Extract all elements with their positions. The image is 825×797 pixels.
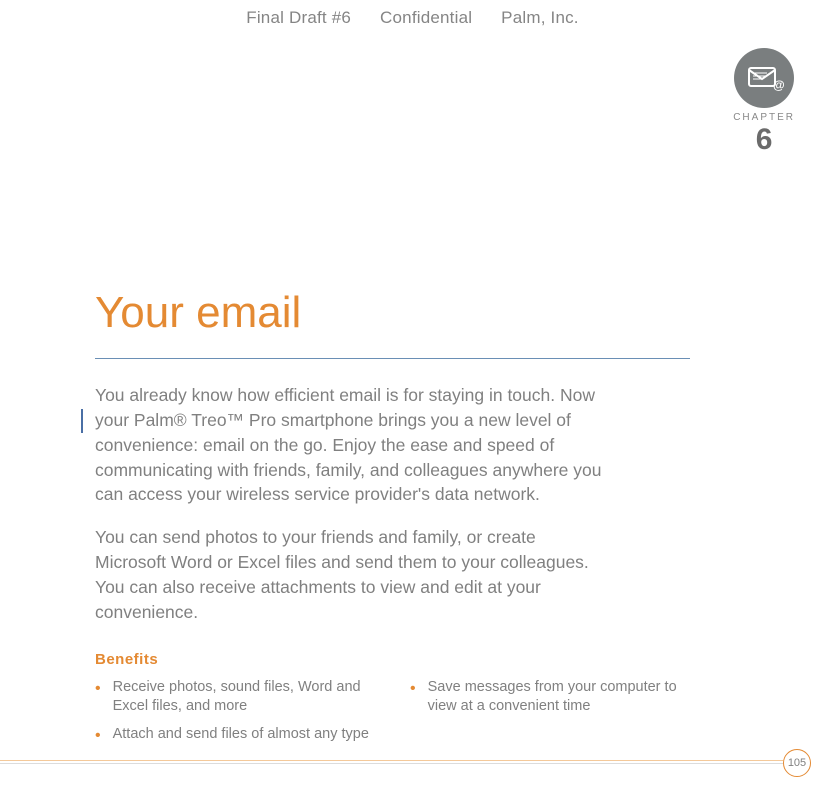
benefit-item: • Receive photos, sound files, Word and … (95, 678, 380, 717)
benefit-item: • Attach and send files of almost any ty… (95, 725, 380, 747)
benefit-text: Attach and send files of almost any type (113, 725, 369, 747)
benefit-text: Receive photos, sound files, Word and Ex… (113, 678, 380, 717)
chapter-number: 6 (733, 125, 795, 155)
footer-rule (0, 763, 783, 764)
document-header: Final Draft #6 Confidential Palm, Inc. (0, 0, 825, 28)
intro-paragraph-2: You can send photos to your friends and … (95, 525, 605, 624)
page-number: 105 (783, 749, 811, 777)
intro-paragraph-1: You already know how efficient email is … (95, 383, 605, 507)
draft-label: Final Draft #6 (246, 8, 351, 27)
bullet-icon: • (95, 678, 101, 717)
svg-text:@: @ (773, 78, 785, 92)
benefit-text: Save messages from your computer to view… (428, 678, 695, 717)
company-label: Palm, Inc. (501, 8, 579, 27)
benefit-item: • Save messages from your computer to vi… (410, 678, 695, 717)
confidential-label: Confidential (380, 8, 472, 27)
benefits-heading: Benefits (95, 651, 730, 668)
page-number-badge: 105 (783, 749, 811, 777)
revision-bar (81, 409, 83, 433)
chapter-label: CHAPTER (733, 112, 795, 123)
bullet-icon: • (95, 725, 101, 747)
footer-rule-accent (0, 760, 783, 761)
page-title: Your email (95, 288, 730, 338)
email-at-icon: @ (734, 48, 794, 108)
title-underline (95, 358, 690, 359)
benefits-list: • Receive photos, sound files, Word and … (95, 678, 695, 755)
chapter-badge: @ CHAPTER 6 (733, 48, 795, 155)
bullet-icon: • (410, 678, 416, 717)
